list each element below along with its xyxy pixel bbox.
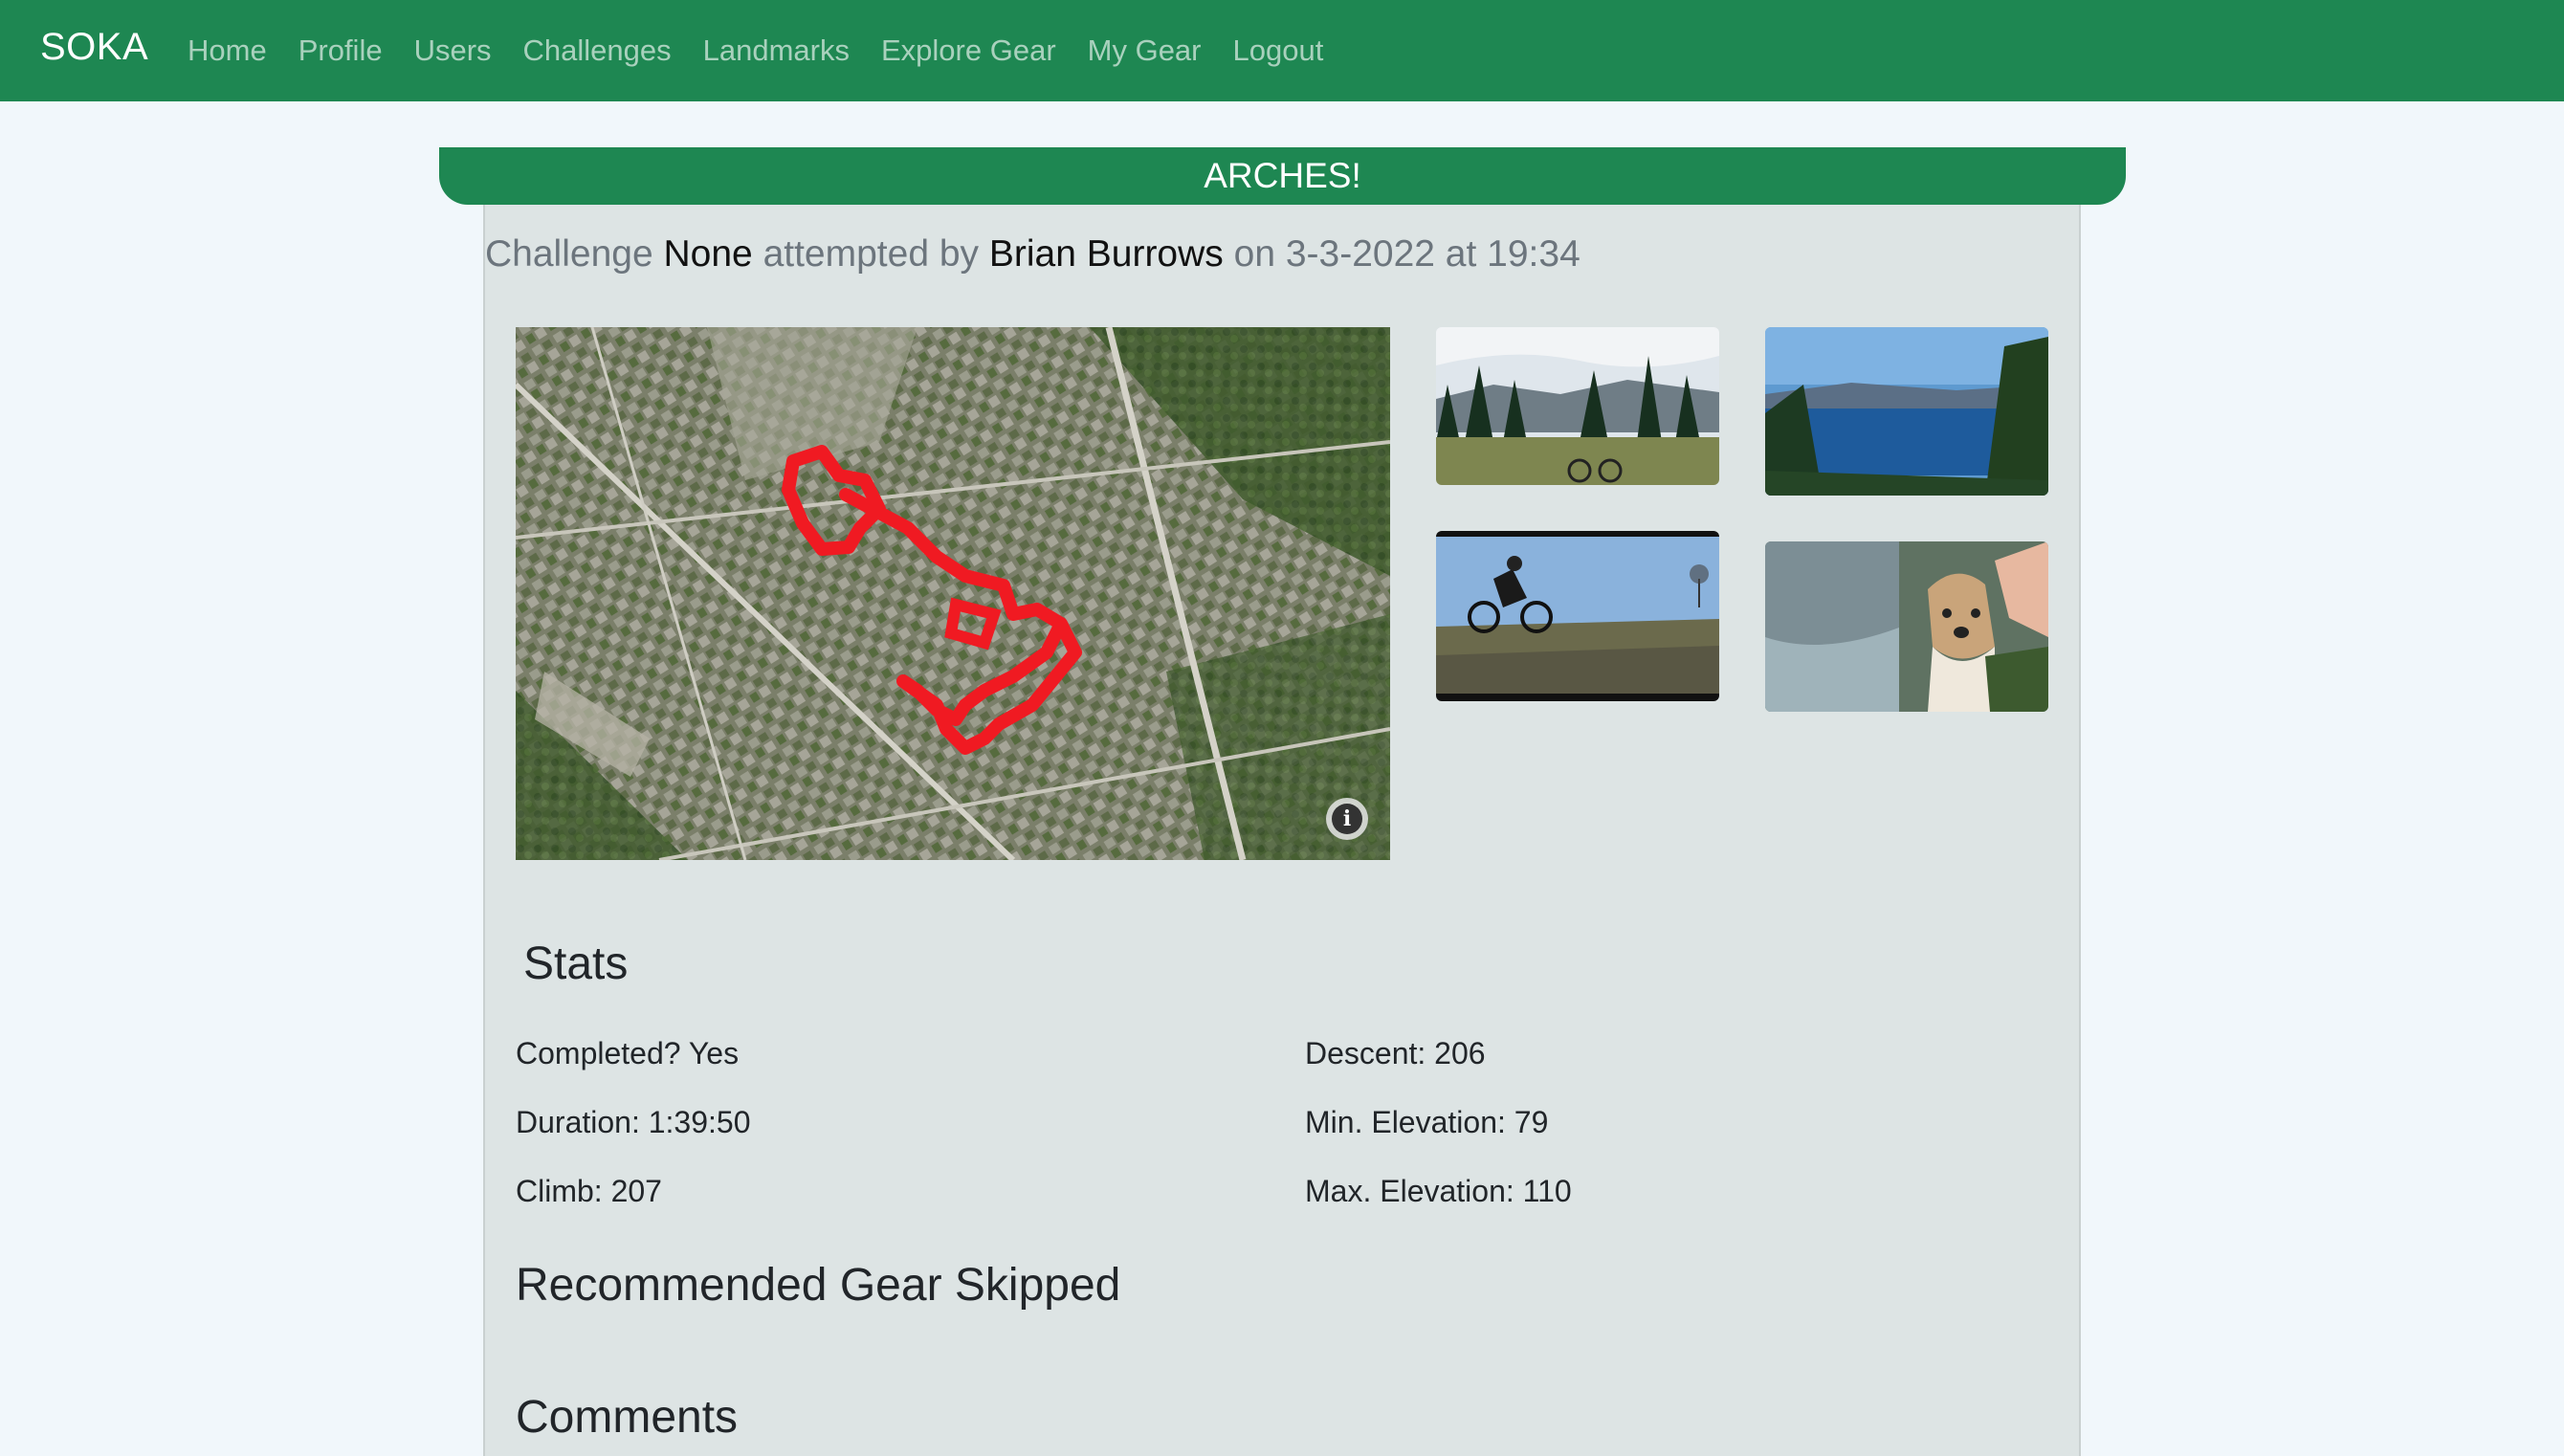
attempt-user[interactable]: Brian Burrows [989, 233, 1224, 275]
photo-dog[interactable] [1765, 541, 2048, 712]
map-satellite-image [516, 327, 1390, 860]
nav-link-challenges[interactable]: Challenges [523, 33, 672, 68]
attempt-subtitle: Challenge None attempted by Brian Burrow… [485, 233, 1580, 276]
dog-photo [1765, 541, 2048, 712]
stat-climb: Climb: 207 [516, 1174, 662, 1208]
brand-logo[interactable]: SOKA [40, 26, 148, 69]
stat-completed: Completed? Yes [516, 1036, 740, 1070]
nav-links: Home Profile Users Challenges Landmarks … [188, 0, 1355, 101]
bike-forest-photo [1436, 327, 1719, 485]
photo-rider[interactable] [1436, 531, 1719, 701]
subtitle-prefix: Challenge [485, 233, 653, 275]
stat-duration: Duration: 1:39:50 [516, 1105, 751, 1139]
subtitle-middle: attempted by [763, 233, 980, 275]
comments-heading: Comments [516, 1392, 739, 1443]
mountain-biker-photo [1436, 531, 1719, 701]
nav-link-my-gear[interactable]: My Gear [1088, 33, 1202, 68]
route-map[interactable] [516, 327, 1390, 860]
top-navbar: SOKA Home Profile Users Challenges Landm… [0, 0, 2564, 101]
stats-heading: Stats [523, 938, 629, 989]
challenge-name[interactable]: None [663, 233, 752, 275]
photo-lake[interactable] [1765, 327, 2048, 496]
challenge-banner: ARCHES! [439, 147, 2126, 205]
nav-link-landmarks[interactable]: Landmarks [703, 33, 850, 68]
attempt-date: on 3-3-2022 at 19:34 [1233, 233, 1580, 275]
info-icon: i [1332, 804, 1362, 834]
gear-skipped-heading: Recommended Gear Skipped [516, 1260, 1121, 1311]
nav-link-explore-gear[interactable]: Explore Gear [881, 33, 1056, 68]
stat-descent: Descent: 206 [1305, 1036, 1486, 1070]
nav-link-users[interactable]: Users [414, 33, 492, 68]
nav-link-logout[interactable]: Logout [1233, 33, 1324, 68]
nav-link-home[interactable]: Home [188, 33, 267, 68]
stat-max-elevation: Max. Elevation: 110 [1305, 1174, 1572, 1208]
nav-link-profile[interactable]: Profile [298, 33, 383, 68]
map-info-button[interactable]: i [1326, 798, 1368, 840]
lake-photo [1765, 327, 2048, 496]
stat-min-elevation: Min. Elevation: 79 [1305, 1105, 1549, 1139]
photo-bike-forest[interactable] [1436, 327, 1719, 485]
